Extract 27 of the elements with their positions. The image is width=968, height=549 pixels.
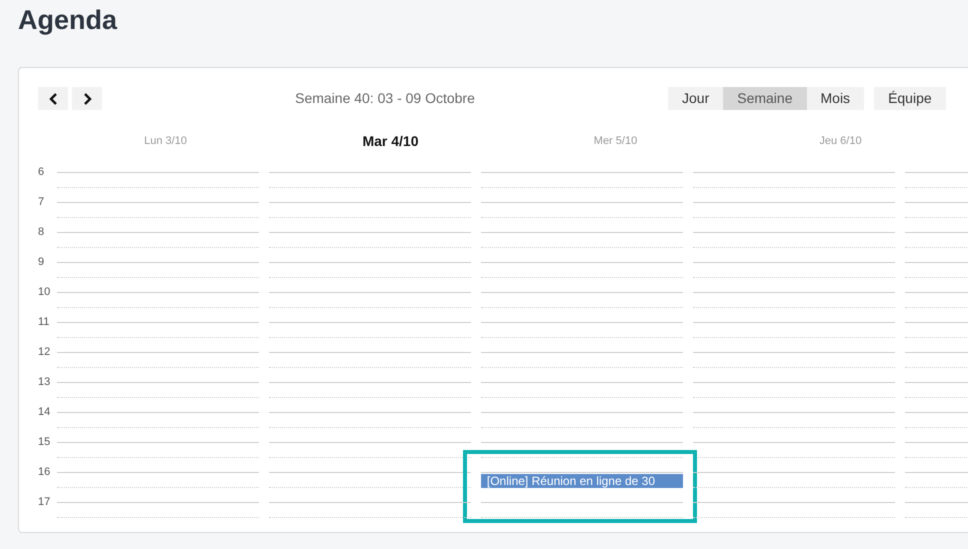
chevron-right-icon xyxy=(82,92,92,104)
hour-label: 8 xyxy=(38,227,46,238)
view-tab[interactable]: Jour xyxy=(668,87,724,110)
next-button[interactable] xyxy=(72,87,102,110)
hour-label: 14 xyxy=(38,407,52,418)
team-button[interactable]: Équipe xyxy=(874,87,946,110)
hour-label: 12 xyxy=(38,347,52,358)
chevron-left-icon xyxy=(48,92,58,104)
day-header: Mer 5/10 xyxy=(592,134,638,149)
page-title: Agenda xyxy=(18,4,118,36)
hour-label: 10 xyxy=(38,287,52,298)
day-header: Mar 4/10 xyxy=(361,132,420,150)
period-title: Semaine 40: 03 - 09 Octobre xyxy=(294,89,476,108)
hour-label: 13 xyxy=(38,377,52,388)
hour-label: 17 xyxy=(38,497,52,508)
calendar-event[interactable]: [Online] Réunion en ligne de 30 xyxy=(480,474,683,488)
hour-label: 16 xyxy=(38,467,52,478)
hour-label: 6 xyxy=(38,167,46,178)
hour-label: 15 xyxy=(38,437,52,448)
hour-label: 9 xyxy=(38,257,46,268)
day-header: Lun 3/10 xyxy=(143,134,188,149)
hour-label: 7 xyxy=(38,197,46,208)
hour-label: 11 xyxy=(38,317,50,328)
day-header: Jeu 6/10 xyxy=(818,134,863,149)
view-tab[interactable]: Mois xyxy=(806,87,864,110)
previous-button[interactable] xyxy=(38,87,68,110)
view-tab[interactable]: Semaine xyxy=(723,87,806,110)
